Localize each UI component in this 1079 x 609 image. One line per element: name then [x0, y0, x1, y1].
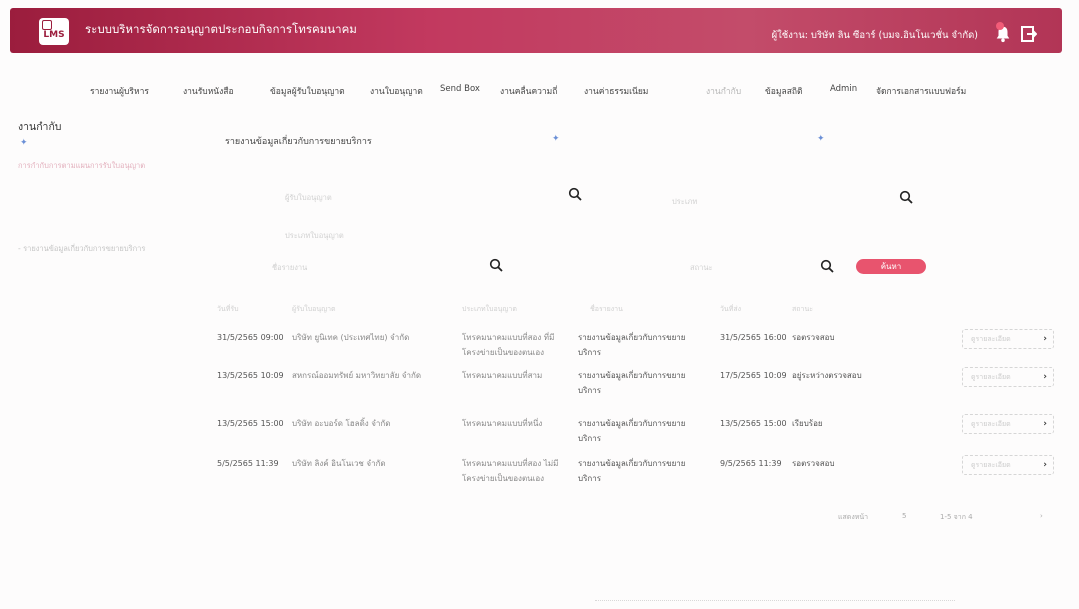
- filter-report-name-field[interactable]: ชื่อรายงาน: [272, 262, 307, 274]
- column-header-licensee[interactable]: ผู้รับใบอนุญาต: [292, 304, 336, 315]
- cell-licensee: สหกรณ์ออมทรัพย์ มหาวิทยาลัย จำกัด: [292, 371, 422, 380]
- cell-status: รอตรวจสอบ: [792, 459, 835, 468]
- cell-report: รายงานข้อมูลเกี่ยวกับการขยายบริการ: [578, 333, 686, 357]
- cell-status: รอตรวจสอบ: [792, 333, 835, 342]
- pagination-range: 1-5 จาก 4: [940, 513, 973, 521]
- cell-report: รายงานข้อมูลเกี่ยวกับการขยายบริการ: [578, 371, 686, 395]
- search-icon[interactable]: [568, 187, 582, 201]
- cell-date: 5/5/2565 11:39: [217, 459, 279, 468]
- sparkle-icon: ✦: [20, 138, 28, 148]
- nav-item-licenses[interactable]: งานใบอนุญาต: [370, 84, 423, 98]
- filter-type-field[interactable]: ประเภท: [672, 196, 697, 208]
- filter-license-type-field[interactable]: ประเภทใบอนุญาต: [285, 230, 344, 242]
- top-bar: LMS ระบบบริหารจัดการอนุญาตประกอบกิจการโท…: [10, 8, 1062, 53]
- nav-item-supervision[interactable]: งานกำกับ: [706, 84, 741, 98]
- cell-date: 13/5/2565 15:00: [217, 419, 284, 428]
- cell-license-type: โทรคมนาคมแบบที่สอง ที่มีโครงข่ายเป็นของต…: [462, 333, 555, 357]
- column-header-date[interactable]: วันที่รับ: [217, 304, 239, 315]
- main-nav: รายงานผู้บริหาร งานรับหนังสือ ข้อมูลผู้ร…: [0, 84, 1079, 98]
- divider: [595, 600, 955, 604]
- cell-sent: 17/5/2565 10:09: [720, 371, 787, 380]
- next-page-icon[interactable]: ›: [1040, 512, 1043, 520]
- rows-per-page-label: แสดงหน้า: [838, 513, 869, 521]
- sidebar-item-service-report[interactable]: - รายงานข้อมูลเกี่ยวกับการขยายบริการ: [18, 243, 145, 255]
- chevron-right-icon: ›: [1043, 334, 1047, 344]
- chevron-right-icon: ›: [1043, 419, 1047, 429]
- chevron-right-icon: ›: [1043, 372, 1047, 382]
- user-info[interactable]: ผู้ใช้งาน: บริษัท ลิน ซีอาร์ (บมจ.อินโนเ…: [772, 28, 978, 43]
- page-title: งานกำกับ: [18, 121, 62, 133]
- cell-license-type: โทรคมนาคมแบบที่หนึ่ง: [462, 419, 543, 428]
- view-detail-button[interactable]: ดูรายละเอียด ›: [962, 367, 1054, 387]
- cell-license-type: โทรคมนาคมแบบที่สอง ไม่มีโครงข่ายเป็นของต…: [462, 459, 559, 483]
- app-title: ระบบบริหารจัดการอนุญาตประกอบกิจการโทรคมน…: [85, 22, 357, 36]
- logout-icon[interactable]: [1021, 26, 1037, 42]
- nav-item-forms[interactable]: จัดการเอกสารแบบฟอร์ม: [876, 84, 966, 98]
- search-icon[interactable]: [489, 258, 503, 272]
- nav-item-executive-report[interactable]: รายงานผู้บริหาร: [90, 84, 149, 98]
- breadcrumb: รายงานข้อมูลเกี่ยวกับการขยายบริการ: [225, 137, 372, 147]
- filter-licensee-field[interactable]: ผู้รับใบอนุญาต: [285, 192, 332, 204]
- cell-date: 31/5/2565 09:00: [217, 333, 284, 342]
- nav-item-licensee-data[interactable]: ข้อมูลผู้รับใบอนุญาต: [270, 84, 345, 98]
- view-detail-button[interactable]: ดูรายละเอียด ›: [962, 455, 1054, 475]
- view-detail-label: ดูรายละเอียด: [971, 373, 1011, 381]
- lms-logo[interactable]: LMS: [39, 18, 69, 45]
- search-button[interactable]: ค้นหา: [856, 259, 926, 274]
- search-icon[interactable]: [899, 190, 913, 204]
- sparkle-icon: ✦: [817, 134, 825, 144]
- column-header-sent[interactable]: วันที่ส่ง: [720, 304, 741, 315]
- column-header-license-type[interactable]: ประเภทใบอนุญาต: [462, 304, 517, 315]
- view-detail-label: ดูรายละเอียด: [971, 420, 1011, 428]
- column-header-report[interactable]: ชื่อรายงาน: [590, 304, 623, 315]
- view-detail-label: ดูรายละเอียด: [971, 335, 1011, 343]
- cell-date: 13/5/2565 10:09: [217, 371, 284, 380]
- nav-item-statistics[interactable]: ข้อมูลสถิติ: [765, 84, 803, 98]
- cell-sent: 13/5/2565 15:00: [720, 419, 787, 428]
- cell-licensee: บริษัท ยูนิเทค (ประเทศไทย) จำกัด: [292, 333, 410, 342]
- column-header-status[interactable]: สถานะ: [792, 304, 813, 315]
- logo-text: LMS: [43, 30, 65, 40]
- cell-status: เรียบร้อย: [792, 419, 823, 428]
- cell-licensee: บริษัท ลิงค์ อินโนเวช จำกัด: [292, 459, 386, 468]
- cell-sent: 9/5/2565 11:39: [720, 459, 782, 468]
- nav-item-incoming-letters[interactable]: งานรับหนังสือ: [183, 84, 234, 98]
- sparkle-icon: ✦: [552, 134, 560, 144]
- filter-status-field[interactable]: สถานะ: [690, 262, 713, 274]
- view-detail-button[interactable]: ดูรายละเอียด ›: [962, 329, 1054, 349]
- cell-sent: 31/5/2565 16:00: [720, 333, 787, 342]
- cell-report: รายงานข้อมูลเกี่ยวกับการขยายบริการ: [578, 459, 686, 483]
- chevron-right-icon: ›: [1043, 460, 1047, 470]
- nav-item-fees[interactable]: งานค่าธรรมเนียม: [584, 84, 648, 98]
- view-detail-button[interactable]: ดูรายละเอียด ›: [962, 414, 1054, 434]
- cell-report: รายงานข้อมูลเกี่ยวกับการขยายบริการ: [578, 419, 686, 443]
- search-icon[interactable]: [820, 259, 834, 273]
- sidebar-link-plan[interactable]: การกำกับการตามแผนการรับใบอนุญาต: [18, 160, 145, 172]
- cell-license-type: โทรคมนาคมแบบที่สาม: [462, 371, 543, 380]
- cell-licensee: บริษัท อะบอร์ด โฮลดิ้ง จำกัด: [292, 419, 391, 428]
- cell-status: อยู่ระหว่างตรวจสอบ: [792, 371, 862, 380]
- nav-item-frequency[interactable]: งานคลื่นความถี่: [500, 84, 557, 98]
- notification-badge: [996, 22, 1004, 30]
- rows-per-page-select[interactable]: 5: [902, 512, 906, 520]
- view-detail-label: ดูรายละเอียด: [971, 461, 1011, 469]
- nav-item-admin[interactable]: Admin: [830, 84, 857, 94]
- nav-item-send-box[interactable]: Send Box: [440, 84, 480, 94]
- logo-mark-icon: [42, 20, 52, 30]
